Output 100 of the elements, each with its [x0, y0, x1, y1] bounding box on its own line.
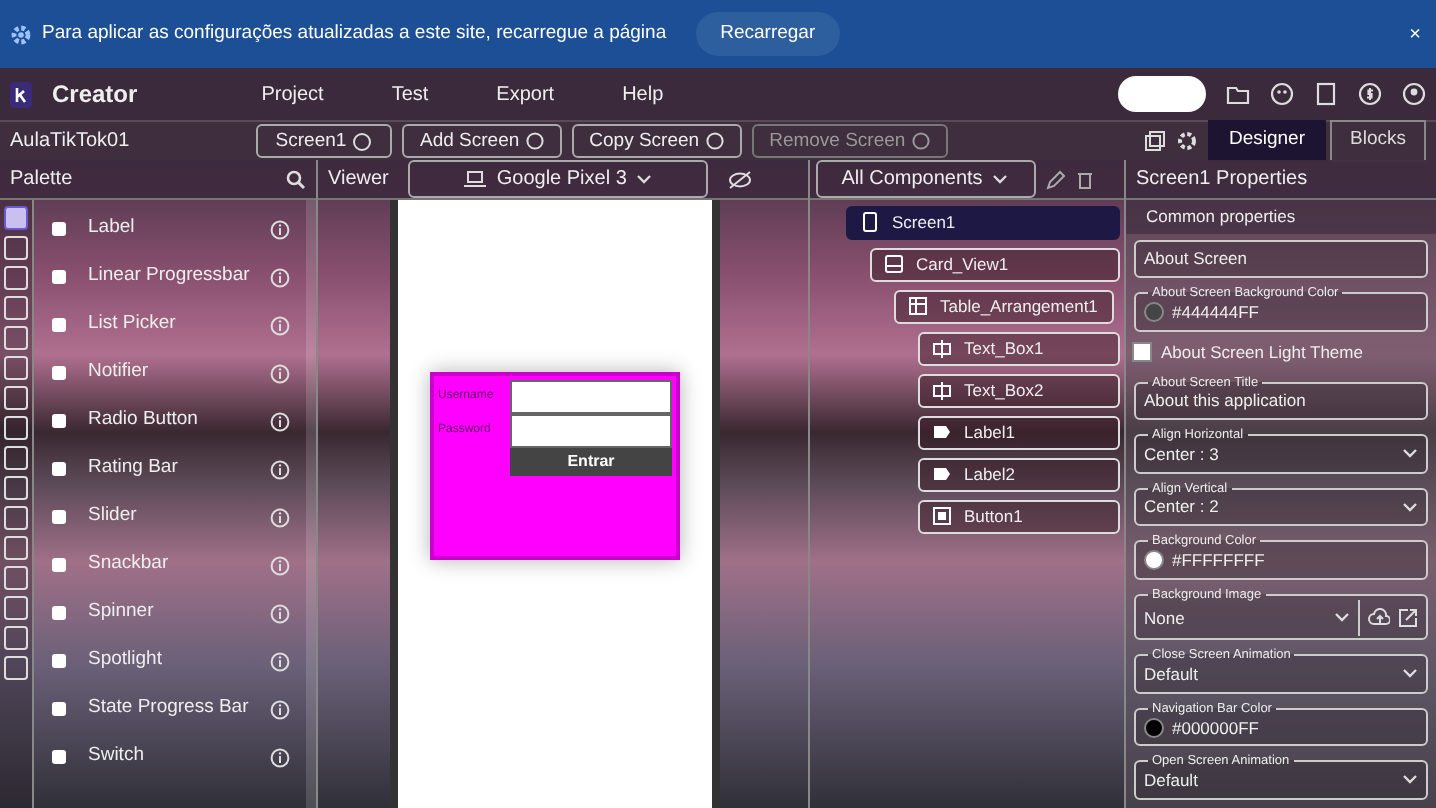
- tag-icon: [932, 422, 952, 442]
- chevron-down-icon[interactable]: [636, 173, 653, 185]
- palette-item[interactable]: Snackbar: [34, 541, 306, 589]
- square-icon: [50, 412, 68, 430]
- component-node[interactable]: Button1: [918, 499, 1119, 533]
- panel-title: Palette: [10, 166, 73, 194]
- copy-icon[interactable]: [1144, 130, 1167, 152]
- tag-icon: [932, 464, 952, 484]
- info-icon: [270, 699, 290, 719]
- component-node[interactable]: Card_View1: [870, 247, 1119, 281]
- component-node[interactable]: Text_Box1: [918, 331, 1119, 365]
- reload-button[interactable]: Recarregar: [696, 11, 840, 57]
- folder-icon[interactable]: [1226, 82, 1250, 106]
- color-swatch[interactable]: [1144, 302, 1164, 323]
- info-icon: [270, 315, 290, 335]
- textbox-icon: [932, 338, 952, 358]
- chevron-down-icon[interactable]: [1402, 448, 1418, 461]
- chevron-down-icon[interactable]: [992, 173, 1009, 185]
- toolbar-button[interactable]: Add Screen: [402, 124, 562, 158]
- project-name: AulaTikTok01: [10, 128, 132, 156]
- brand-name: Creator: [52, 78, 138, 112]
- palette-item[interactable]: List Picker: [34, 301, 306, 349]
- settings-icon[interactable]: [1176, 130, 1199, 152]
- toolbar-button[interactable]: Copy Screen: [571, 124, 742, 158]
- palette-item[interactable]: Label: [34, 205, 306, 253]
- card-icon: [884, 254, 904, 274]
- checkbox-label: About Screen Light Theme: [1161, 340, 1363, 366]
- palette-item[interactable]: Switch: [34, 733, 306, 781]
- square-icon: [50, 460, 68, 478]
- palette-item[interactable]: Linear Progressbar: [34, 253, 306, 301]
- component-node[interactable]: Text_Box2: [918, 373, 1119, 407]
- palette-item[interactable]: Spotlight: [34, 637, 306, 685]
- component-node[interactable]: Label1: [918, 415, 1119, 449]
- square-icon: [50, 556, 68, 574]
- info-icon: [270, 507, 290, 527]
- chevron-down-icon[interactable]: [1334, 611, 1350, 624]
- upload-icon[interactable]: [1368, 607, 1390, 628]
- info-icon: [270, 411, 290, 431]
- dollar-icon[interactable]: [1358, 82, 1382, 106]
- square-icon: [932, 506, 952, 526]
- info-icon: [270, 267, 290, 287]
- palette-item[interactable]: Slider: [34, 493, 306, 541]
- device-select[interactable]: Google Pixel 3: [408, 160, 709, 198]
- section-title: Common properties: [1126, 199, 1436, 235]
- component-node[interactable]: Table_Arrangement1: [894, 289, 1114, 323]
- banner-message: Para aplicar as configurações atualizadas a este site, recarregue a página: [42, 19, 667, 48]
- info-icon: [270, 219, 290, 239]
- menu-item[interactable]: Export: [496, 79, 555, 109]
- info-icon: [270, 747, 290, 767]
- palette-item[interactable]: Rating Bar: [34, 445, 306, 493]
- color-swatch[interactable]: [1144, 717, 1164, 738]
- property-field[interactable]: About Screen: [1134, 239, 1428, 279]
- logo-icon: [10, 81, 32, 107]
- info-icon: [270, 459, 290, 479]
- laptop-icon: [464, 170, 487, 188]
- component-node[interactable]: Label2: [918, 457, 1119, 491]
- square-icon: [50, 364, 68, 382]
- input-field[interactable]: [510, 380, 672, 414]
- blank-button[interactable]: [1118, 76, 1206, 112]
- square-icon: [50, 508, 68, 526]
- screen-select[interactable]: Screen1: [256, 124, 392, 158]
- close-button[interactable]: ×: [1409, 19, 1426, 49]
- panel-title: Screen1 Properties: [1136, 165, 1308, 194]
- square-icon: [50, 268, 68, 286]
- input-field[interactable]: [510, 414, 672, 448]
- square-icon: [50, 700, 68, 718]
- enter-button[interactable]: Entrar: [510, 448, 672, 476]
- palette-item[interactable]: Spinner: [34, 589, 306, 637]
- table-icon: [908, 296, 928, 316]
- search-icon[interactable]: [286, 169, 306, 189]
- component-node[interactable]: Screen1: [846, 205, 1119, 239]
- mode-tab[interactable]: Designer: [1208, 120, 1326, 162]
- menu-item[interactable]: Help: [622, 79, 664, 109]
- chevron-down-icon[interactable]: [1402, 501, 1418, 514]
- menu-item[interactable]: Project: [261, 79, 324, 109]
- panel-title: Viewer: [328, 166, 389, 194]
- palette-item[interactable]: State Progress Bar: [34, 685, 306, 733]
- checkbox[interactable]: [1131, 342, 1151, 363]
- open-icon[interactable]: [1398, 607, 1418, 628]
- chevron-down-icon[interactable]: [1402, 774, 1418, 787]
- menu-item[interactable]: Test: [391, 79, 429, 109]
- palette-item[interactable]: Radio Button: [34, 397, 306, 445]
- textbox-icon: [932, 380, 952, 400]
- pencil-icon[interactable]: [1045, 169, 1065, 189]
- chevron-down-icon[interactable]: [1402, 668, 1418, 681]
- square-icon: [50, 316, 68, 334]
- color-swatch[interactable]: [1144, 550, 1164, 571]
- info-icon: [270, 555, 290, 575]
- filter-select[interactable]: All Components: [815, 160, 1035, 198]
- info-icon: [270, 603, 290, 623]
- square-icon: [50, 604, 68, 622]
- square-icon: [50, 748, 68, 766]
- eye-off-icon[interactable]: [728, 169, 753, 189]
- square-icon: [50, 652, 68, 670]
- document-icon[interactable]: [1314, 82, 1338, 106]
- square-icon: [50, 220, 68, 238]
- trash-icon[interactable]: [1075, 169, 1093, 189]
- info-icon: [270, 651, 290, 671]
- phone-icon: [860, 212, 880, 232]
- palette-item[interactable]: Notifier: [34, 349, 306, 397]
